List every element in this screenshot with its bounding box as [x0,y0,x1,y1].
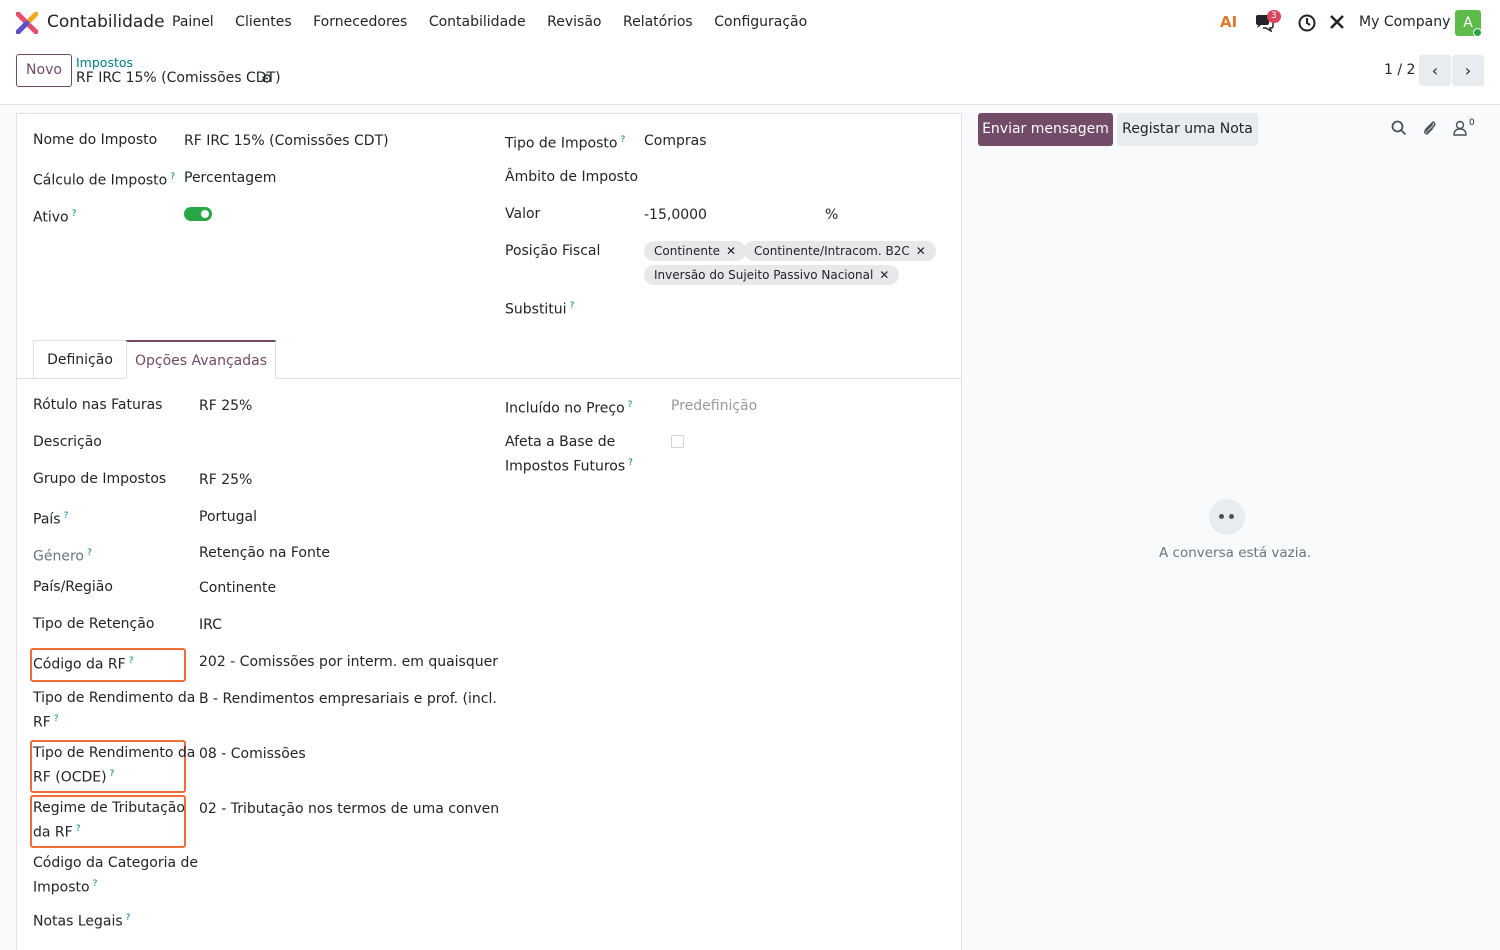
presence-dot [1473,28,1482,37]
menu-item-relatorios[interactable]: Relatórios [623,14,693,30]
label-calculo-imposto: Cálculo de Imposto? [33,172,176,189]
search-icon[interactable] [1391,120,1407,136]
ai-icon[interactable]: AI [1220,13,1237,31]
company-switcher[interactable]: My Company [1359,14,1450,30]
help-icon: ? [170,172,176,182]
label-tipo-imposto: Tipo de Imposto? [505,135,626,152]
field-genero: Retenção na Fonte [199,545,330,561]
afeta-base-checkbox[interactable] [671,435,684,448]
pager-next-button[interactable]: › [1452,55,1484,86]
top-navbar: Contabilidade Painel Clientes Fornecedor… [0,0,1500,46]
field-tipo-rendimento-ocde[interactable]: 08 - Comissões [199,744,306,765]
help-icon: ? [63,511,69,521]
label-posicao-fiscal: Posição Fiscal [505,243,601,259]
field-valor[interactable]: -15,0000 [644,205,707,226]
menu-item-clientes[interactable]: Clientes [235,14,291,30]
follower-count: 0 [1469,118,1475,128]
follower-icon[interactable] [1453,120,1467,136]
label-nome-imposto: Nome do Imposto [33,132,158,148]
label-rotulo-faturas: Rótulo nas Faturas [33,397,163,413]
messages-badge: 3 [1267,10,1281,23]
label-tipo-rendimento-ocde: Tipo de Rendimento da RF (OCDE)? [33,745,196,786]
field-pais-regiao[interactable]: Continente [199,578,276,599]
gear-icon[interactable]: ⚙ [261,72,273,87]
field-nome-imposto[interactable]: RF IRC 15% (Comissões CDT) [184,131,389,152]
menu-item-painel[interactable]: Painel [172,14,214,30]
empty-conversation-icon [1209,499,1245,535]
new-button[interactable]: Novo [16,54,72,87]
help-icon: ? [75,824,81,834]
field-pais[interactable]: Portugal [199,507,257,528]
field-tipo-rendimento-rf[interactable]: B - Rendimentos empresariais e prof. (in… [199,689,497,710]
label-pais-regiao: País/Região [33,579,113,595]
label-descricao: Descrição [33,434,102,450]
help-icon: ? [627,400,633,410]
tag-continente[interactable]: Continente ✕ [644,241,747,261]
active-toggle[interactable] [184,207,212,221]
help-icon: ? [71,209,77,219]
help-icon: ? [109,769,115,779]
send-message-button[interactable]: Enviar mensagem [978,113,1113,146]
label-grupo-impostos: Grupo de Impostos [33,471,167,487]
tab-opcoes-avancadas[interactable]: Opções Avançadas [126,340,276,379]
tools-icon[interactable] [1329,14,1345,30]
app-name[interactable]: Contabilidade [47,12,165,32]
label-genero: Género? [33,548,92,565]
clock-icon[interactable] [1298,14,1316,32]
help-icon: ? [53,714,59,724]
label-afeta-base: Afeta a Base de Impostos Futuros? [505,434,633,475]
valor-unit: % [825,207,839,223]
label-regime-tributacao: Regime de Tributação da RF? [33,800,185,841]
label-substitui: Substitui? [505,301,575,318]
menu-item-revisao[interactable]: Revisão [547,14,601,30]
empty-conversation-text: A conversa está vazia. [1159,545,1312,561]
help-icon: ? [86,548,92,558]
label-pais: País? [33,511,69,528]
field-regime-tributacao[interactable]: 02 - Tributação nos termos de uma conven [199,799,499,820]
help-icon: ? [620,135,626,145]
remove-tag-icon[interactable]: ✕ [916,244,926,258]
record-title: RF IRC 15% (Comissões CDT) [76,70,281,86]
field-tipo-imposto[interactable]: Compras [644,131,707,152]
label-ambito-imposto: Âmbito de Imposto [505,169,639,185]
paperclip-icon[interactable] [1422,120,1438,136]
help-icon: ? [128,656,134,666]
label-incluido-preco: Incluído no Preço? [505,400,633,417]
label-valor: Valor [505,206,541,222]
tag-continente-intracom[interactable]: Continente/Intracom. B2C ✕ [744,241,936,261]
remove-tag-icon[interactable]: ✕ [726,244,736,258]
menu-item-contabilidade[interactable]: Contabilidade [429,14,526,30]
help-icon: ? [569,301,575,311]
field-incluido-preco[interactable]: Predefinição [671,396,757,417]
label-ativo: Ativo? [33,209,77,226]
menu-item-fornecedores[interactable]: Fornecedores [313,14,407,30]
help-icon: ? [628,458,633,468]
help-icon: ? [125,913,131,923]
label-codigo-categoria: Código da Categoria de Imposto? [33,855,199,896]
field-codigo-rf[interactable]: 202 - Comissões por interm. em quaisquer [199,652,498,673]
field-rotulo-faturas[interactable]: RF 25% [199,396,252,417]
field-calculo-imposto[interactable]: Percentagem [184,168,276,189]
main-menu: Painel Clientes Fornecedores Contabilida… [172,14,829,30]
breadcrumb-impostos[interactable]: Impostos [76,55,133,70]
label-tipo-retencao: Tipo de Retenção [33,616,155,632]
app-logo-icon[interactable] [16,12,38,34]
menu-item-configuracao[interactable]: Configuração [714,14,807,30]
pager-value[interactable]: 1 / 2 [1384,62,1415,78]
label-codigo-rf: Código da RF? [33,656,134,673]
field-tipo-retencao[interactable]: IRC [199,615,222,636]
tab-definicao[interactable]: Definição [33,340,127,379]
label-tipo-rendimento-rf: Tipo de Rendimento da RF? [33,690,196,731]
field-grupo-impostos[interactable]: RF 25% [199,470,252,491]
remove-tag-icon[interactable]: ✕ [879,268,889,282]
tag-inversao-sujeito-passivo[interactable]: Inversão do Sujeito Passivo Nacional ✕ [644,265,900,285]
pager-previous-button[interactable]: ‹ [1419,55,1451,86]
label-notas-legais: Notas Legais? [33,913,131,930]
help-icon: ? [92,879,98,889]
log-note-button[interactable]: Registar uma Nota [1117,113,1258,146]
